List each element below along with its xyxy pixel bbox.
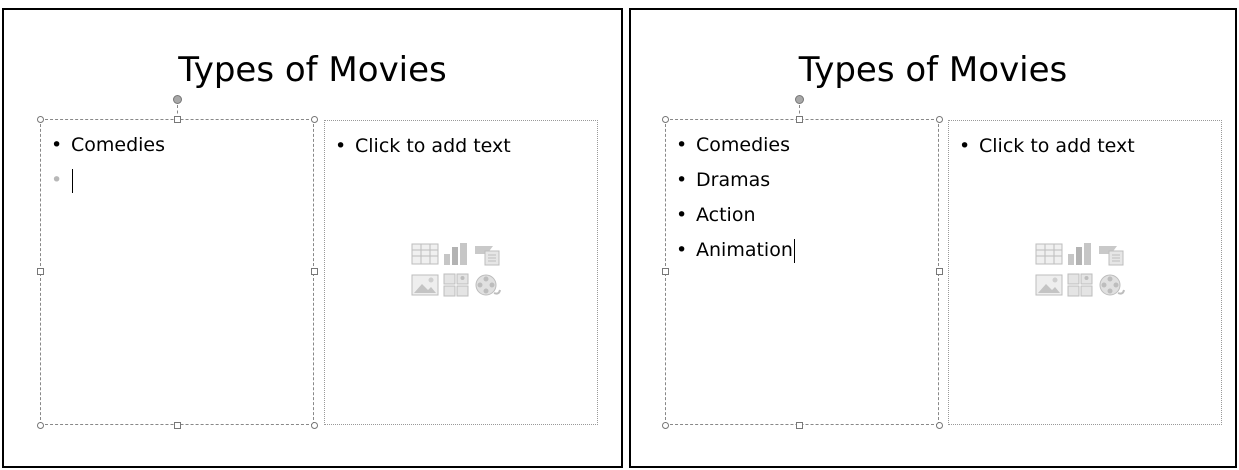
resize-handle-right[interactable] [936,268,943,275]
resize-handle-bottom-left[interactable] [37,422,44,429]
rotate-handle[interactable] [173,95,182,104]
content-insert-icons [411,242,501,301]
bullet-item[interactable]: Dramas [674,163,795,198]
resize-handle-bottom-right[interactable] [311,422,318,429]
insert-clip-art-icon[interactable] [442,273,470,301]
insert-chart-icon[interactable] [1066,242,1094,270]
resize-handle-top-right[interactable] [936,116,943,123]
resize-handle-top-right[interactable] [311,116,318,123]
placeholder-text-list: Click to add text [957,129,1135,164]
resize-handle-top-left[interactable] [37,116,44,123]
insert-media-clip-icon[interactable] [473,273,501,301]
insert-smartart-icon[interactable] [1097,242,1125,270]
insert-picture-icon[interactable] [411,273,439,301]
insert-smartart-icon[interactable] [473,242,501,270]
resize-handle-top[interactable] [796,116,803,123]
insert-table-icon[interactable] [1035,242,1063,270]
placeholder-prompt[interactable]: Click to add text [957,129,1135,164]
insert-picture-icon[interactable] [1035,273,1063,301]
insert-media-clip-icon[interactable] [1097,273,1125,301]
slide-right: Types of Movies Comedies Dramas Action A… [629,8,1237,468]
resize-handle-bottom-left[interactable] [662,422,669,429]
rotate-handle[interactable] [795,95,804,104]
right-content-placeholder[interactable]: Click to add text [324,120,598,425]
bullet-item[interactable]: Animation [674,233,795,268]
content-insert-icons [1035,242,1125,301]
bullet-list: Comedies Dramas Action Animation [674,128,795,268]
slide-left: Types of Movies Comedies Click to add te… [2,8,623,468]
bullet-item-text: Animation [696,239,793,261]
resize-handle-left[interactable] [37,268,44,275]
insert-clip-art-icon[interactable] [1066,273,1094,301]
slide-title[interactable]: Types of Movies [631,50,1235,90]
bullet-item[interactable]: Comedies [674,128,795,163]
resize-handle-bottom[interactable] [174,422,181,429]
bullet-item[interactable]: Comedies [49,128,165,163]
bullet-item[interactable]: Action [674,198,795,233]
placeholder-prompt[interactable]: Click to add text [333,129,511,164]
insert-table-icon[interactable] [411,242,439,270]
resize-handle-bottom[interactable] [796,422,803,429]
left-content-box[interactable]: Comedies Dramas Action Animation [665,119,939,425]
resize-handle-top[interactable] [174,116,181,123]
bullet-list: Comedies [49,128,165,198]
bullet-item-empty[interactable] [49,163,165,198]
right-content-placeholder[interactable]: Click to add text [948,120,1222,425]
insert-chart-icon[interactable] [442,242,470,270]
left-content-box[interactable]: Comedies [40,119,314,425]
placeholder-text-list: Click to add text [333,129,511,164]
slide-title[interactable]: Types of Movies [4,50,621,90]
text-cursor [793,238,795,263]
resize-handle-left[interactable] [662,268,669,275]
resize-handle-bottom-right[interactable] [936,422,943,429]
resize-handle-top-left[interactable] [662,116,669,123]
resize-handle-right[interactable] [311,268,318,275]
text-cursor [72,168,73,193]
